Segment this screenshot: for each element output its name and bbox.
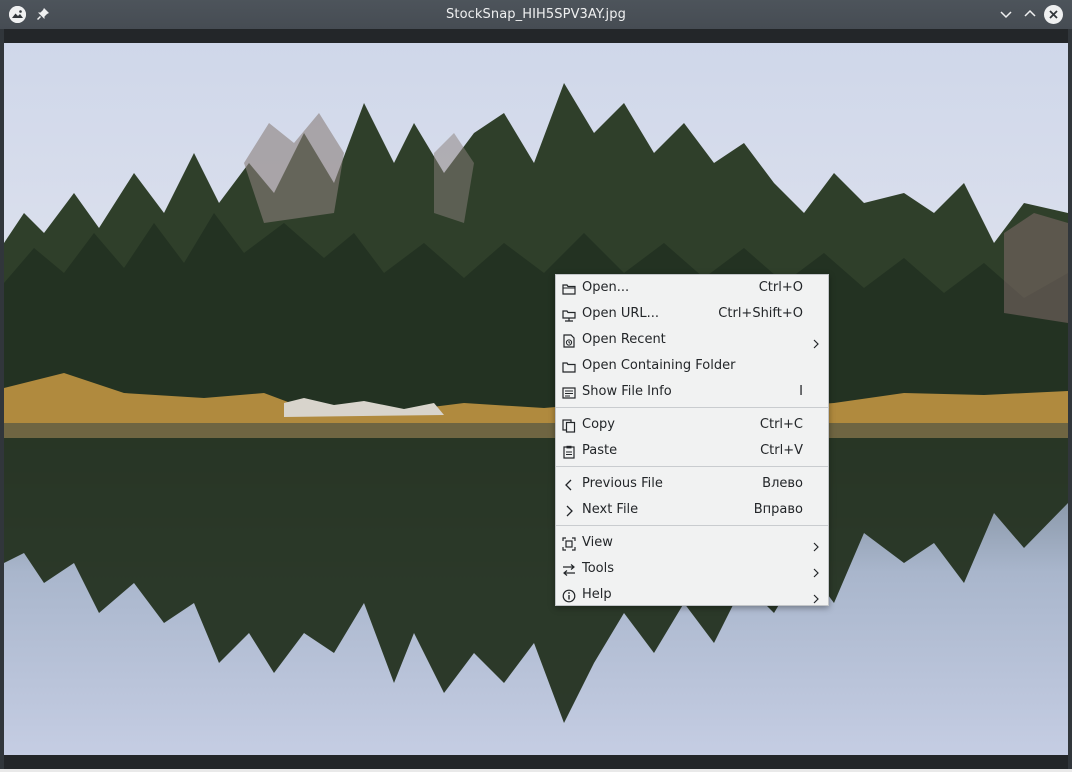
menu-separator xyxy=(556,525,828,526)
menu-item-label: Open Containing Folder xyxy=(582,358,736,373)
menu-item-tools[interactable]: Tools xyxy=(556,556,828,582)
copy-icon xyxy=(562,417,576,433)
menu-item-open-url[interactable]: Open URL... Ctrl+Shift+O xyxy=(556,301,828,327)
menu-item-label: Open Recent xyxy=(582,332,666,347)
menu-item-open[interactable]: Open... Ctrl+O xyxy=(556,275,828,301)
folder-icon xyxy=(562,358,576,373)
help-icon xyxy=(562,587,576,603)
folder-network-icon xyxy=(562,306,576,322)
bottom-strip xyxy=(4,755,1068,769)
menu-item-paste[interactable]: Paste Ctrl+V xyxy=(556,438,828,464)
menu-item-label: Next File xyxy=(582,502,639,517)
paste-icon xyxy=(562,443,576,459)
menu-item-shortcut: Ctrl+V xyxy=(760,443,803,458)
image-viewer[interactable] xyxy=(4,29,1068,769)
maximize-icon[interactable] xyxy=(1021,5,1039,23)
minimize-icon[interactable] xyxy=(997,5,1015,23)
menu-item-shortcut: Влево xyxy=(762,476,803,491)
menu-separator xyxy=(556,407,828,408)
menu-item-shortcut: Ctrl+Shift+O xyxy=(718,306,803,321)
menu-item-label: Paste xyxy=(582,443,618,458)
title-bar[interactable]: StockSnap_HIH5SPV3AY.jpg xyxy=(0,0,1072,29)
menu-item-next-file[interactable]: Next File Вправо xyxy=(556,497,828,523)
view-icon xyxy=(562,535,576,551)
menu-item-view[interactable]: View xyxy=(556,530,828,556)
chevron-right-icon xyxy=(812,563,820,578)
menu-item-label: Open URL... xyxy=(582,306,660,321)
menu-item-label: Previous File xyxy=(582,476,663,491)
menu-item-show-file-info[interactable]: Show File Info I xyxy=(556,379,828,405)
chevron-right-icon xyxy=(562,502,576,517)
tools-icon xyxy=(562,561,576,576)
menu-item-shortcut: Ctrl+C xyxy=(759,417,803,432)
file-info-icon xyxy=(562,384,576,399)
menu-item-label: View xyxy=(582,535,613,550)
menu-item-copy[interactable]: Copy Ctrl+C xyxy=(556,412,828,438)
chevron-right-icon xyxy=(812,589,820,604)
folder-open-icon xyxy=(562,280,576,295)
context-menu[interactable]: Open... Ctrl+O Open URL... Ctrl+Shift+O … xyxy=(555,274,829,606)
close-icon[interactable] xyxy=(1044,5,1063,24)
menu-item-label: Help xyxy=(582,587,612,602)
photo-canvas[interactable] xyxy=(4,43,1068,755)
chevron-left-icon xyxy=(562,476,576,491)
menu-item-previous-file[interactable]: Previous File Влево xyxy=(556,471,828,497)
document-recent-icon xyxy=(562,332,576,348)
menu-item-help[interactable]: Help xyxy=(556,582,828,608)
window-title: StockSnap_HIH5SPV3AY.jpg xyxy=(446,7,626,22)
menu-item-shortcut: I xyxy=(799,384,803,399)
menu-item-label: Show File Info xyxy=(582,384,672,399)
menu-item-open-recent[interactable]: Open Recent xyxy=(556,327,828,353)
menu-item-shortcut: Ctrl+O xyxy=(758,280,803,295)
chevron-right-icon xyxy=(812,334,820,349)
menu-item-label: Tools xyxy=(582,561,615,576)
chevron-right-icon xyxy=(812,537,820,552)
menu-item-open-containing-folder[interactable]: Open Containing Folder xyxy=(556,353,828,379)
menu-item-label: Copy xyxy=(582,417,615,432)
menu-separator xyxy=(556,466,828,467)
menu-item-label: Open... xyxy=(582,280,630,295)
menu-item-shortcut: Вправо xyxy=(753,502,803,517)
